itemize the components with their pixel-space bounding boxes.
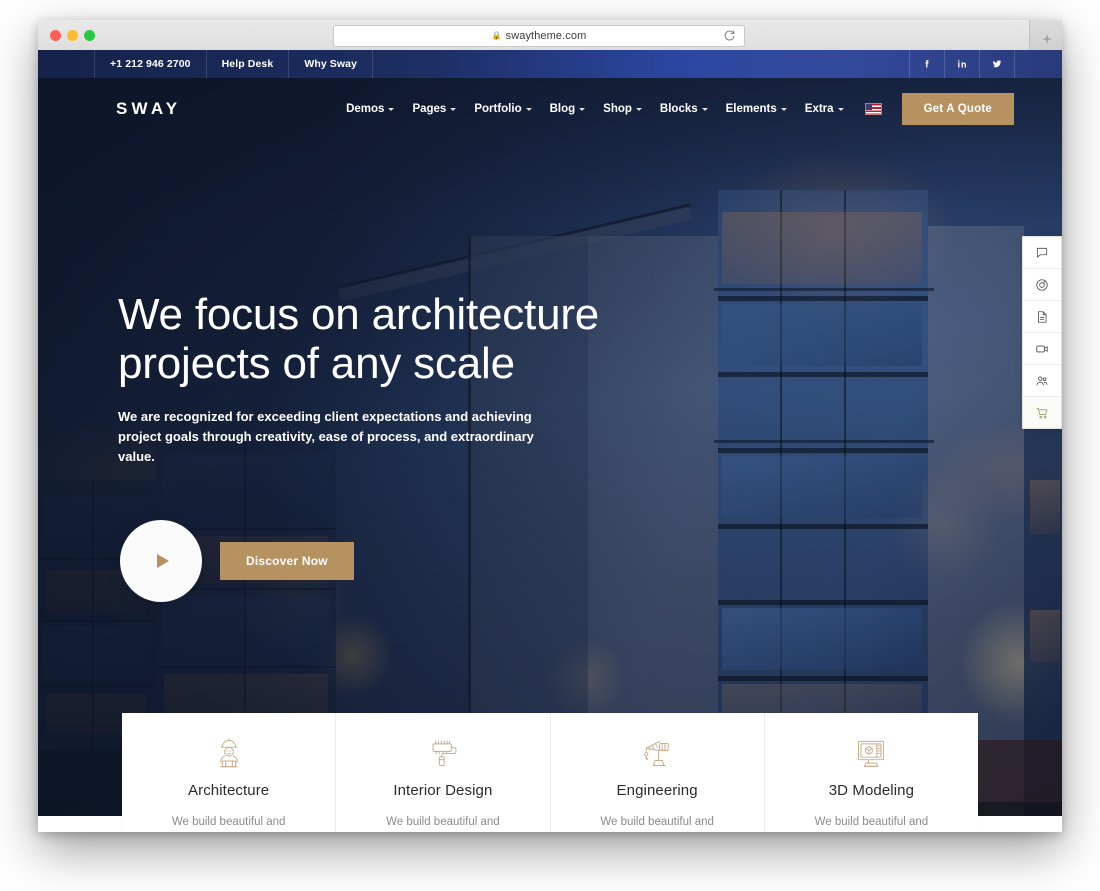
chevron-down-icon (635, 107, 642, 111)
floating-action-rail (1022, 236, 1062, 429)
chevron-down-icon (388, 107, 395, 111)
top-utility-bar: +1 212 946 2700 Help Desk Why Sway (38, 50, 1062, 78)
address-bar[interactable]: 🔒 swaytheme.com (333, 25, 745, 47)
nav-label: Elements (725, 103, 777, 115)
window-close-button[interactable] (50, 30, 61, 41)
rail-item-camera[interactable] (1023, 269, 1061, 301)
nav-item-blog[interactable]: Blog (541, 103, 595, 115)
card-description: We build beautiful and (171, 816, 286, 829)
card-title: 3D Modeling (828, 782, 915, 800)
chevron-down-icon (837, 107, 844, 111)
chevron-down-icon (525, 107, 532, 111)
twitter-link[interactable] (979, 50, 1015, 78)
shopping-cart-icon (1036, 407, 1048, 418)
browser-titlebar: 🔒 swaytheme.com + (38, 20, 1062, 51)
hero-title-line-2: projects of any scale (118, 339, 515, 389)
rail-item-cart[interactable] (1023, 397, 1061, 428)
topbar-link-help-desk[interactable]: Help Desk (207, 50, 290, 78)
hero-title: We focus on architecture projects of any… (118, 290, 678, 389)
nav-item-elements[interactable]: Elements (717, 103, 796, 115)
window-zoom-button[interactable] (84, 30, 95, 41)
card-icon-wrap (423, 733, 463, 773)
lock-icon: 🔒 (491, 31, 502, 40)
crane-icon (644, 740, 669, 766)
social-links (909, 50, 1015, 78)
nav-item-demos[interactable]: Demos (337, 103, 403, 115)
rail-item-video[interactable] (1023, 333, 1061, 365)
nav-item-blocks[interactable]: Blocks (651, 103, 717, 115)
chevron-down-icon (450, 107, 457, 111)
window-minimize-button[interactable] (67, 30, 78, 41)
people-icon (1036, 376, 1048, 385)
nav-label: Extra (804, 103, 834, 115)
get-a-quote-button[interactable]: Get A Quote (901, 93, 1014, 125)
url-text: swaytheme.com (505, 30, 587, 42)
nav-label: Shop (603, 103, 632, 115)
nav-label: Portfolio (474, 103, 522, 115)
rail-item-chat[interactable] (1023, 237, 1061, 269)
hero-title-line-1: We focus on architecture (118, 290, 600, 339)
card-icon-wrap (209, 733, 249, 773)
play-video-button[interactable] (120, 520, 202, 602)
3d-monitor-icon (858, 740, 885, 767)
architect-worker-icon (219, 737, 238, 768)
rail-item-people[interactable] (1023, 365, 1061, 397)
topbar-link-why-sway[interactable]: Why Sway (289, 50, 374, 78)
chat-bubble-icon (1036, 247, 1048, 257)
video-camera-icon (1036, 345, 1048, 352)
new-tab-button[interactable]: + (1037, 32, 1057, 48)
card-icon-wrap (851, 733, 891, 773)
nav-label: Blog (549, 103, 576, 115)
top-utility-links: +1 212 946 2700 Help Desk Why Sway (94, 50, 374, 78)
nav-label: Demos (346, 103, 385, 115)
nav-item-pages[interactable]: Pages (403, 103, 465, 115)
card-description: We build beautiful and (386, 816, 500, 829)
chevron-down-icon (701, 107, 708, 111)
service-card-engineering[interactable]: Engineering We build beautiful and (551, 713, 765, 832)
service-cards: Architecture We build beautiful and Inte… (122, 713, 978, 832)
nav-menu: Demos Pages Portfolio Blog Shop Blocks E… (337, 93, 1062, 125)
browser-window: 🔒 swaytheme.com + +1 212 946 2700 Help D… (38, 20, 1062, 832)
nav-item-portfolio[interactable]: Portfolio (465, 103, 540, 115)
service-card-architecture[interactable]: Architecture We build beautiful and (122, 713, 337, 832)
discover-now-button[interactable]: Discover Now (220, 542, 354, 580)
linkedin-link[interactable] (944, 50, 979, 78)
linkedin-icon (958, 60, 966, 68)
card-icon-wrap (637, 733, 677, 773)
chevron-down-icon (780, 107, 787, 111)
nav-label: Blocks (659, 103, 698, 115)
play-icon (156, 554, 169, 568)
main-navigation: SWAY Demos Pages Portfolio Blog Shop Blo… (38, 78, 1062, 140)
rail-item-document[interactable] (1023, 301, 1061, 333)
nav-item-extra[interactable]: Extra (796, 103, 853, 115)
chevron-down-icon (579, 107, 586, 111)
us-flag-icon[interactable] (864, 103, 882, 115)
document-icon (1038, 310, 1047, 323)
card-title: Interior Design (393, 782, 493, 800)
camera-icon (1036, 278, 1048, 291)
card-title: Engineering (616, 782, 698, 800)
service-card-3d-modeling[interactable]: 3D Modeling We build beautiful and (765, 713, 978, 832)
nav-item-shop[interactable]: Shop (594, 103, 651, 115)
reload-icon[interactable] (723, 29, 736, 42)
facebook-icon (925, 59, 929, 68)
hero-copy: We focus on architecture projects of any… (118, 290, 678, 467)
card-description: We build beautiful and (600, 816, 714, 829)
topbar-link-phone[interactable]: +1 212 946 2700 (94, 50, 207, 78)
paint-roller-icon (432, 740, 457, 766)
facebook-link[interactable] (909, 50, 944, 78)
service-card-interior-design[interactable]: Interior Design We build beautiful and (336, 713, 551, 832)
card-title: Architecture (188, 782, 270, 800)
page-viewport: +1 212 946 2700 Help Desk Why Sway SWAY (38, 50, 1062, 832)
site-logo[interactable]: SWAY (116, 99, 181, 119)
card-description: We build beautiful and (814, 816, 929, 829)
hero-subtitle: We are recognized for exceeding client e… (118, 408, 534, 464)
hero-actions: Discover Now (120, 520, 354, 602)
nav-label: Pages (412, 103, 447, 115)
twitter-icon (992, 60, 1002, 68)
